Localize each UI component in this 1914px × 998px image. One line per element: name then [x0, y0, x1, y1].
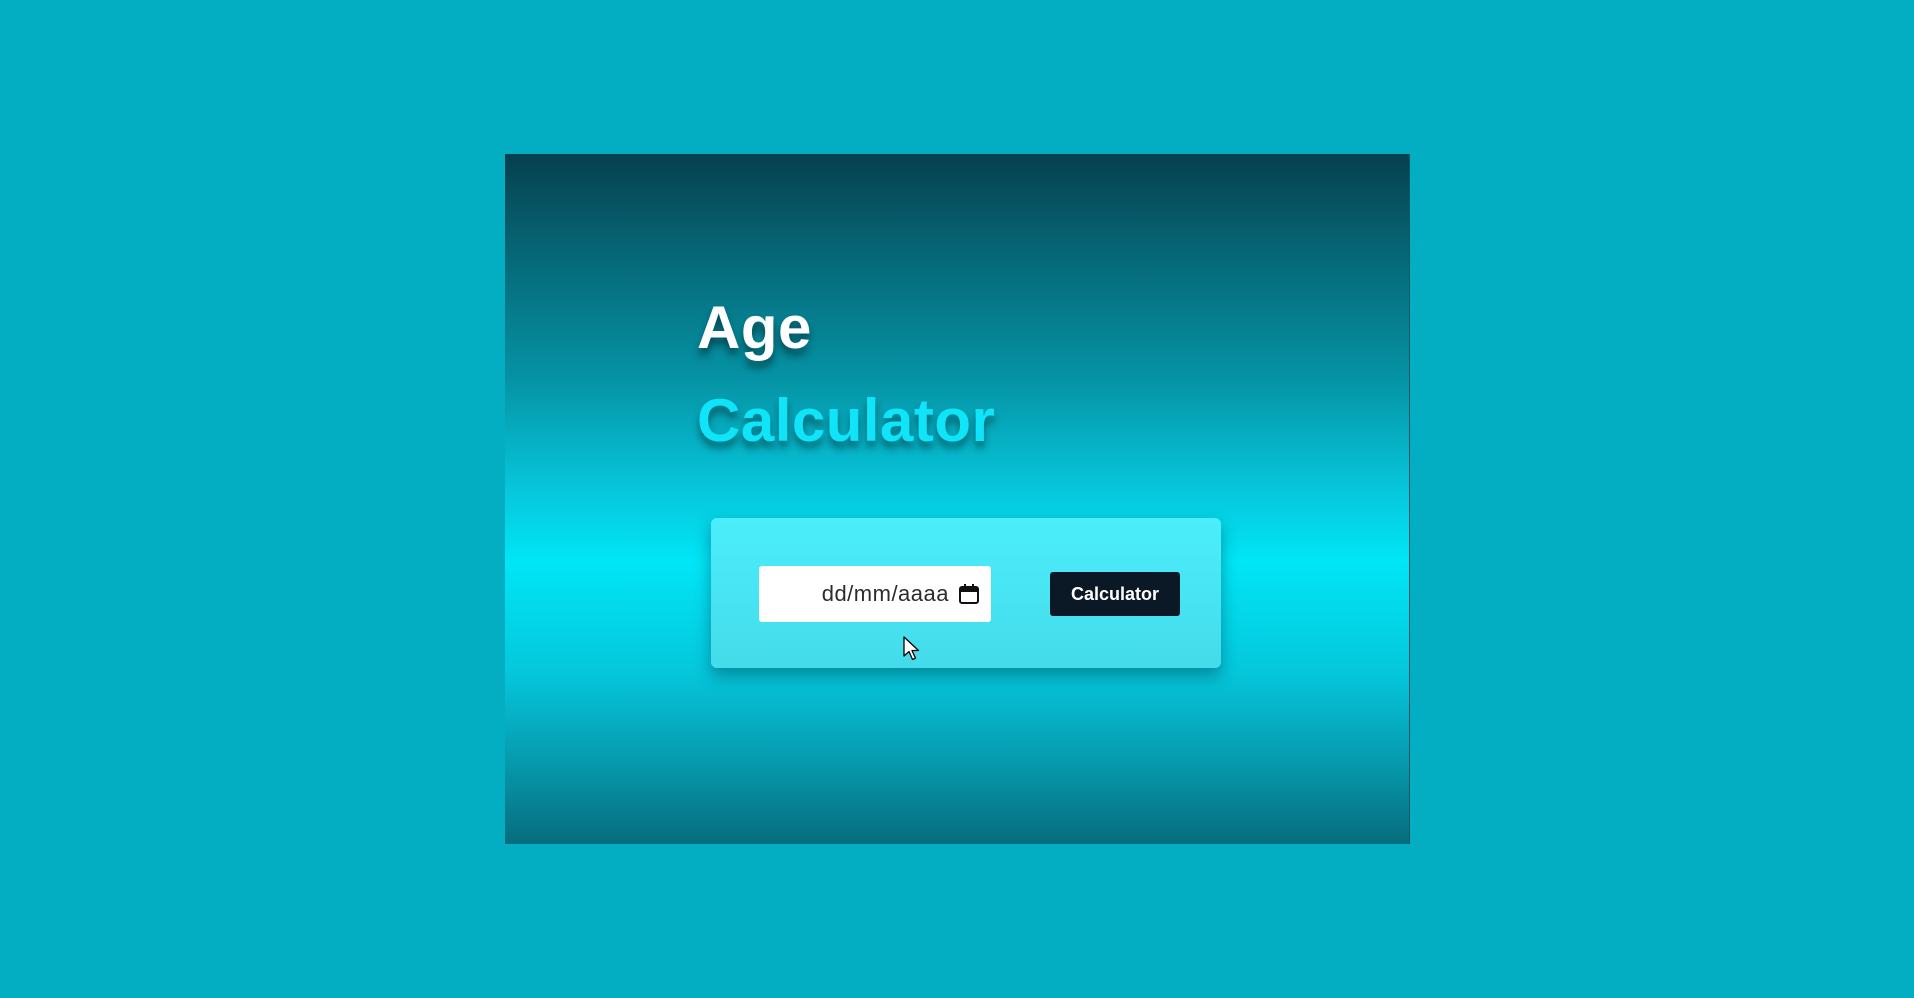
app-container: Age Calculator dd/mm/aaaa Calculator	[505, 154, 1409, 844]
title-calculator: Calculator	[697, 387, 996, 454]
cursor-icon	[903, 636, 921, 662]
date-placeholder: dd/mm/aaaa	[821, 581, 949, 606]
title-age: Age	[697, 294, 812, 361]
age-form-card: dd/mm/aaaa Calculator	[711, 518, 1221, 668]
birth-date-input[interactable]: dd/mm/aaaa	[759, 566, 991, 622]
calendar-icon[interactable]	[957, 582, 981, 606]
calculate-button[interactable]: Calculator	[1050, 572, 1180, 616]
